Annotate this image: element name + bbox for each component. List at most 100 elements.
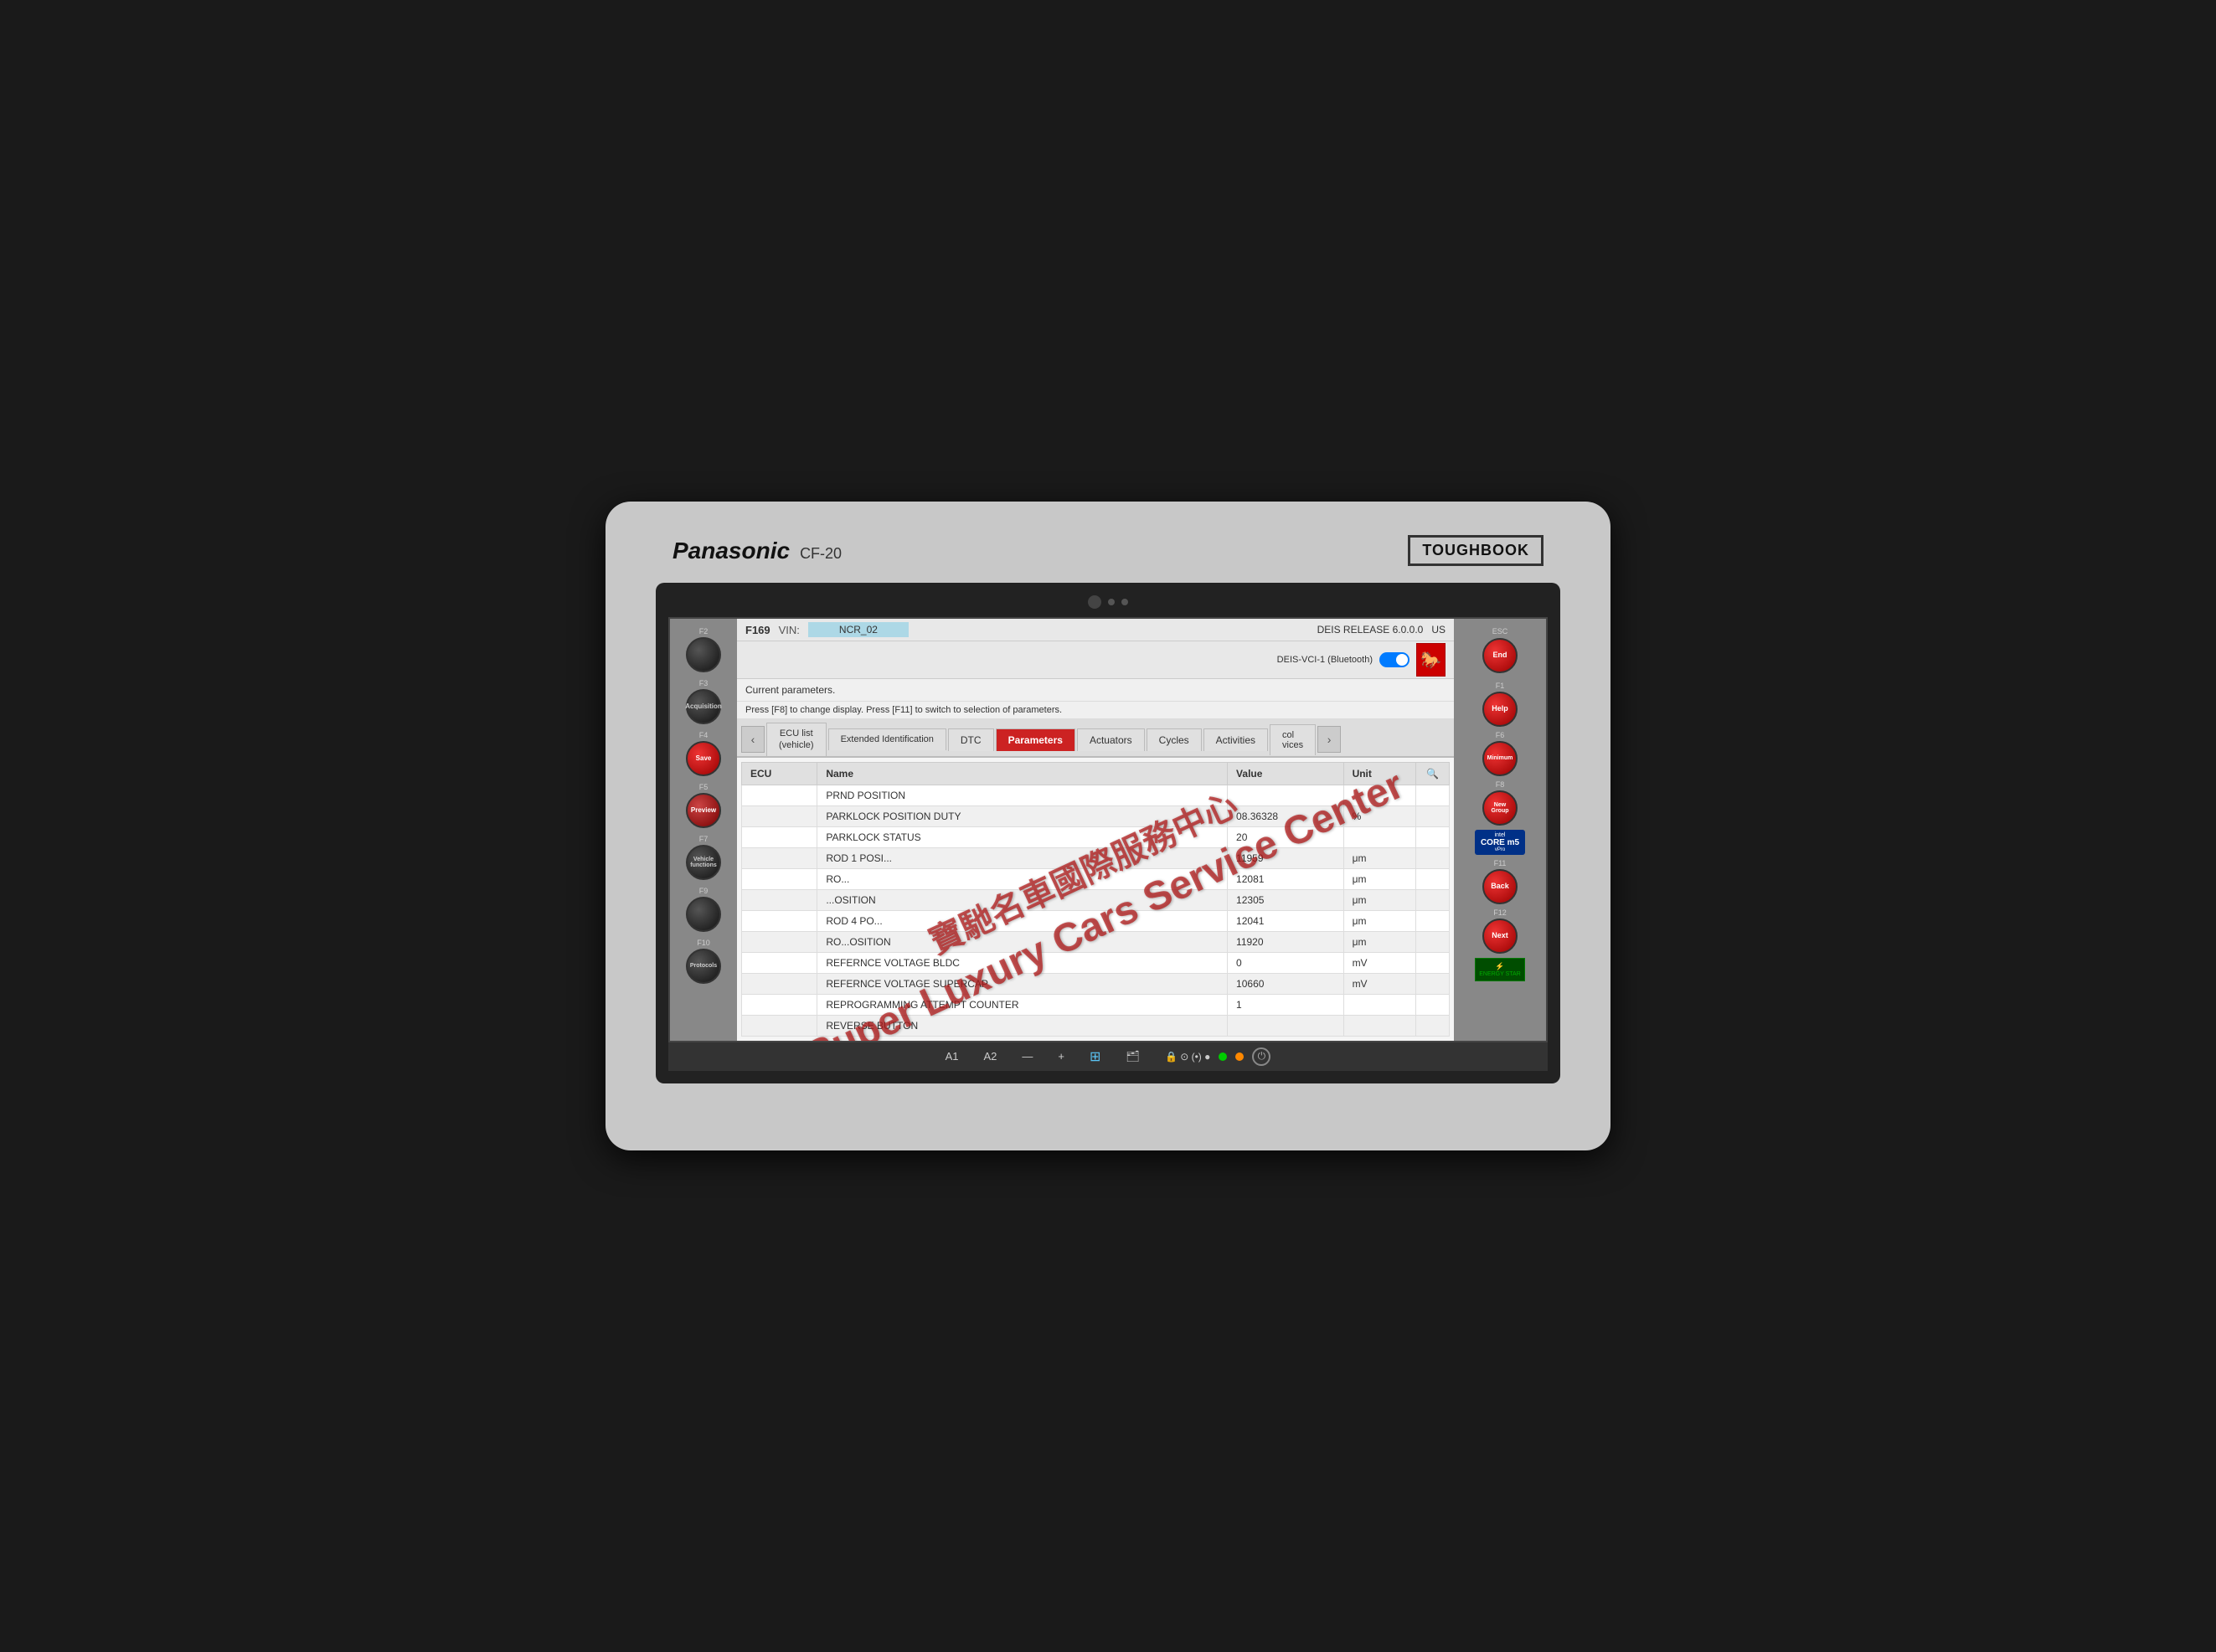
parameters-table-container: 寶馳名車國際服務中心 Super Luxury Cars Service Cen… <box>737 758 1454 1041</box>
f5-button[interactable]: Preview <box>686 793 721 828</box>
f3-button[interactable]: Acquisition <box>686 689 721 724</box>
cell-name: REPROGRAMMING ATTEMPT COUNTER <box>817 994 1228 1015</box>
f2-button[interactable] <box>686 637 721 672</box>
cell-search <box>1416 847 1450 868</box>
tab-actuators[interactable]: Actuators <box>1077 728 1145 751</box>
camera-area <box>668 595 1548 609</box>
connection-bar: DEIS-VCI-1 (Bluetooth) 🐎 <box>737 641 1454 679</box>
f7-button[interactable]: Vehiclefunctions <box>686 845 721 880</box>
tab-cycles[interactable]: Cycles <box>1147 728 1202 751</box>
cell-search <box>1416 1015 1450 1036</box>
f3-group[interactable]: F3 Acquisition <box>686 679 721 724</box>
f11-label: F11 <box>1494 859 1507 867</box>
cell-ecu <box>742 952 817 973</box>
f6-label: F6 <box>1496 731 1505 739</box>
bluetooth-toggle[interactable] <box>1379 652 1409 667</box>
f4-label: F4 <box>699 731 709 739</box>
f1-help-button[interactable]: Help <box>1482 692 1518 727</box>
f1-group[interactable]: F1 Help <box>1482 682 1518 727</box>
table-row: REPROGRAMMING ATTEMPT COUNTER 1 <box>742 994 1450 1015</box>
f11-back-button[interactable]: Back <box>1482 869 1518 904</box>
f10-button[interactable]: Protocols <box>686 949 721 984</box>
tab-activities[interactable]: Activities <box>1203 728 1268 751</box>
deis-release: DEIS RELEASE 6.0.0.0 <box>1317 624 1424 636</box>
cell-ecu <box>742 1015 817 1036</box>
f4-group[interactable]: F4 Save <box>686 731 721 776</box>
f5-button-label: Preview <box>691 807 716 815</box>
cell-search <box>1416 826 1450 847</box>
cell-value: 12041 <box>1228 910 1344 931</box>
esc-end-button[interactable]: End <box>1482 638 1518 673</box>
table-row: RO...OSITION 11920 μm <box>742 931 1450 952</box>
info-text-2: Press [F8] to change display. Press [F11… <box>745 705 1062 715</box>
f12-next-button[interactable]: Next <box>1482 919 1518 954</box>
cell-search <box>1416 785 1450 805</box>
col-name: Name <box>817 762 1228 785</box>
brand-logo: Panasonic CF-20 <box>673 538 842 564</box>
tab-extended-identification[interactable]: Extended Identification <box>828 728 946 750</box>
cell-unit <box>1343 1015 1415 1036</box>
f4-button[interactable]: Save <box>686 741 721 776</box>
cell-ecu <box>742 889 817 910</box>
nav-prev-arrow[interactable]: ‹ <box>741 726 765 753</box>
ferrari-logo: 🐎 <box>1416 643 1446 677</box>
cell-name: PRND POSITION <box>817 785 1228 805</box>
f10-group[interactable]: F10 Protocols <box>686 939 721 984</box>
cell-value: 0 <box>1228 952 1344 973</box>
tab-dtc[interactable]: DTC <box>948 728 994 751</box>
vin-value: NCR_02 <box>808 622 909 637</box>
cell-value: 20 <box>1228 826 1344 847</box>
f6-group[interactable]: F6 Minimum <box>1482 731 1518 776</box>
taskbar-a1[interactable]: A1 <box>946 1050 959 1063</box>
f12-group[interactable]: F12 Next <box>1482 908 1518 954</box>
info-text-1: Current parameters. <box>745 684 835 696</box>
energy-star-badge: ⚡ ENERGY STAR <box>1475 958 1525 981</box>
taskbar-plus[interactable]: + <box>1058 1050 1064 1063</box>
f8-group[interactable]: F8 NewGroup <box>1482 780 1518 826</box>
windows-button[interactable]: ⊞ <box>1090 1048 1100 1065</box>
nav-next-arrow[interactable]: › <box>1317 726 1341 753</box>
f7-label: F7 <box>699 835 709 843</box>
table-row: PRND POSITION <box>742 785 1450 805</box>
vin-label: VIN: <box>779 624 800 636</box>
col-value: Value <box>1228 762 1344 785</box>
power-button[interactable]: ⏻ <box>1252 1047 1270 1066</box>
cell-value: 12305 <box>1228 889 1344 910</box>
col-ecu: ECU <box>742 762 817 785</box>
cell-name: ROD 4 PO... <box>817 910 1228 931</box>
tab-parameters[interactable]: Parameters <box>996 728 1075 751</box>
f5-group[interactable]: F5 Preview <box>686 783 721 828</box>
table-header-row: ECU Name Value Unit 🔍 <box>742 762 1450 785</box>
cell-search <box>1416 805 1450 826</box>
taskbar-store[interactable]: 🗂 <box>1126 1050 1140 1063</box>
cell-unit: mV <box>1343 952 1415 973</box>
intel-badge: intel CORE m5 vPro <box>1475 830 1525 855</box>
parameters-table: ECU Name Value Unit 🔍 PRND POSITION PARK… <box>741 762 1450 1037</box>
table-row: RO... 12081 μm <box>742 868 1450 889</box>
cell-unit: μm <box>1343 931 1415 952</box>
f12-label: F12 <box>1493 908 1507 917</box>
f11-group[interactable]: F11 Back <box>1482 859 1518 904</box>
f6-minimum-button[interactable]: Minimum <box>1482 741 1518 776</box>
f2-label: F2 <box>699 627 709 636</box>
cell-name: ROD 1 POSI... <box>817 847 1228 868</box>
f8-newgroup-button[interactable]: NewGroup <box>1482 790 1518 826</box>
f9-button[interactable] <box>686 897 721 932</box>
table-row: ...OSITION 12305 μm <box>742 889 1450 910</box>
cell-name: RO...OSITION <box>817 931 1228 952</box>
f2-group[interactable]: F2 <box>686 627 721 672</box>
region-dropdown[interactable]: US <box>1431 624 1446 636</box>
cell-unit <box>1343 826 1415 847</box>
tab-protocol-services[interactable]: colvices <box>1270 724 1316 755</box>
tab-ecu-list[interactable]: ECU list(vehicle) <box>766 723 827 755</box>
cell-unit <box>1343 994 1415 1015</box>
f9-group[interactable]: F9 <box>686 887 721 932</box>
col-search[interactable]: 🔍 <box>1416 762 1450 785</box>
taskbar-dash[interactable]: — <box>1022 1050 1033 1063</box>
taskbar-right: 🔒 ⊙ (•) ● ⏻ <box>1165 1047 1270 1066</box>
cell-value: 12081 <box>1228 868 1344 889</box>
f10-label: F10 <box>697 939 710 947</box>
cell-value: 11920 <box>1228 931 1344 952</box>
taskbar-a2[interactable]: A2 <box>984 1050 997 1063</box>
f7-group[interactable]: F7 Vehiclefunctions <box>686 835 721 880</box>
